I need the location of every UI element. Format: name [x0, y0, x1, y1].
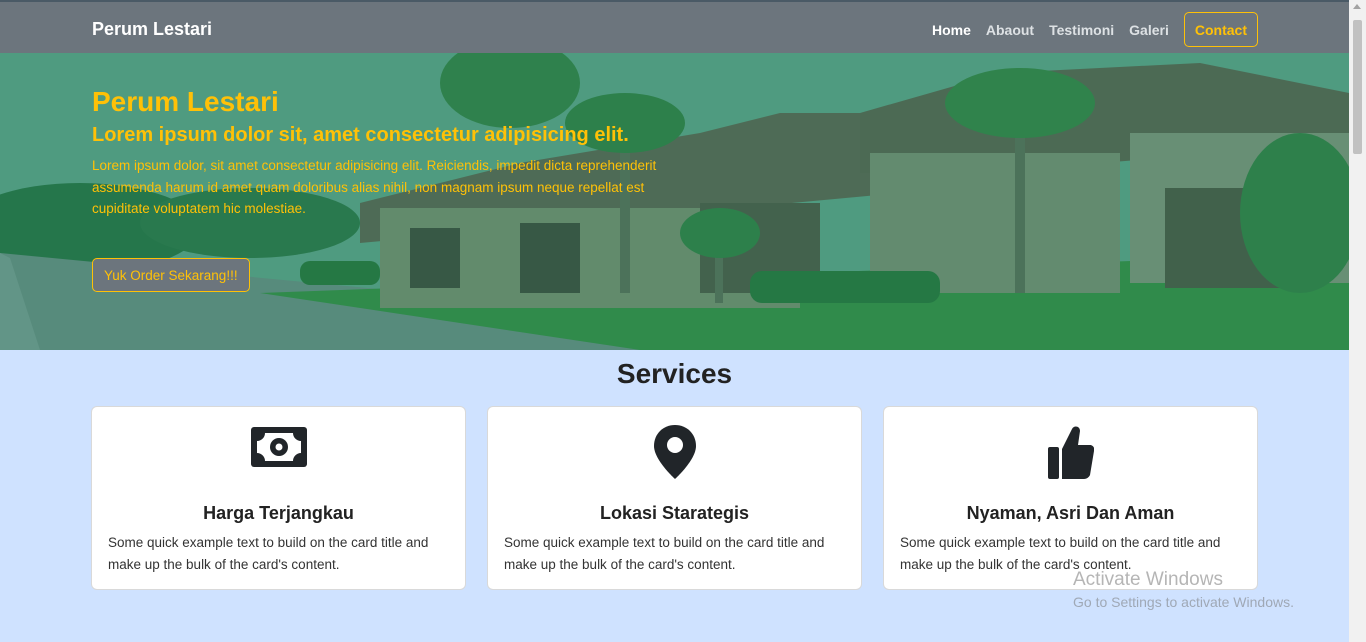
navbar-brand[interactable]: Perum Lestari: [92, 19, 212, 40]
nav-links: Home Abaout Testimoni Galeri Contact: [917, 12, 1258, 47]
card-text: Some quick example text to build on the …: [108, 535, 429, 572]
card-title: Nyaman, Asri Dan Aman: [966, 503, 1175, 523]
watermark-subtitle: Go to Settings to activate Windows.: [1073, 594, 1294, 610]
nav-link-about[interactable]: Abaout: [986, 22, 1034, 38]
nav-link-testimoni[interactable]: Testimoni: [1049, 22, 1114, 38]
hero-section: Perum Lestari Lorem ipsum dolor sit, ame…: [0, 53, 1349, 350]
card-text: Some quick example text to build on the …: [504, 535, 825, 572]
scroll-up-arrow-icon[interactable]: [1353, 4, 1361, 9]
card-title: Lokasi Starategis: [599, 503, 750, 523]
service-card-price: Harga Terjangkau Some quick example text…: [91, 406, 466, 590]
services-title: Services: [616, 358, 733, 389]
watermark-title: Activate Windows: [1073, 569, 1223, 590]
service-card-location: Lokasi Starategis Some quick example tex…: [487, 406, 862, 590]
card-title: Harga Terjangkau: [203, 503, 354, 523]
hero-text: Lorem ipsum dolor, sit amet consectetur …: [92, 158, 657, 216]
thumbs-up-icon: [884, 425, 1257, 484]
nav-link-home[interactable]: Home: [932, 22, 971, 38]
activate-windows-watermark: Activate Windows Go to Settings to activ…: [1073, 569, 1294, 610]
nav-link-galeri[interactable]: Galeri: [1129, 22, 1169, 38]
hero-title: Perum Lestari: [92, 86, 279, 117]
navbar: Perum Lestari Home Abaout Testimoni Gale…: [0, 0, 1349, 53]
money-bill-icon: [92, 425, 465, 474]
order-now-button[interactable]: Yuk Order Sekarang!!!: [92, 258, 250, 292]
hero-content: Perum Lestari Lorem ipsum dolor sit, ame…: [92, 85, 672, 220]
service-card-comfort: Nyaman, Asri Dan Aman Some quick example…: [883, 406, 1258, 590]
vertical-scrollbar[interactable]: [1349, 0, 1366, 642]
map-marker-icon: [488, 425, 861, 484]
scrollbar-thumb[interactable]: [1353, 20, 1362, 154]
hero-subtitle: Lorem ipsum dolor sit, amet consectetur …: [92, 124, 629, 146]
contact-button[interactable]: Contact: [1183, 12, 1258, 47]
